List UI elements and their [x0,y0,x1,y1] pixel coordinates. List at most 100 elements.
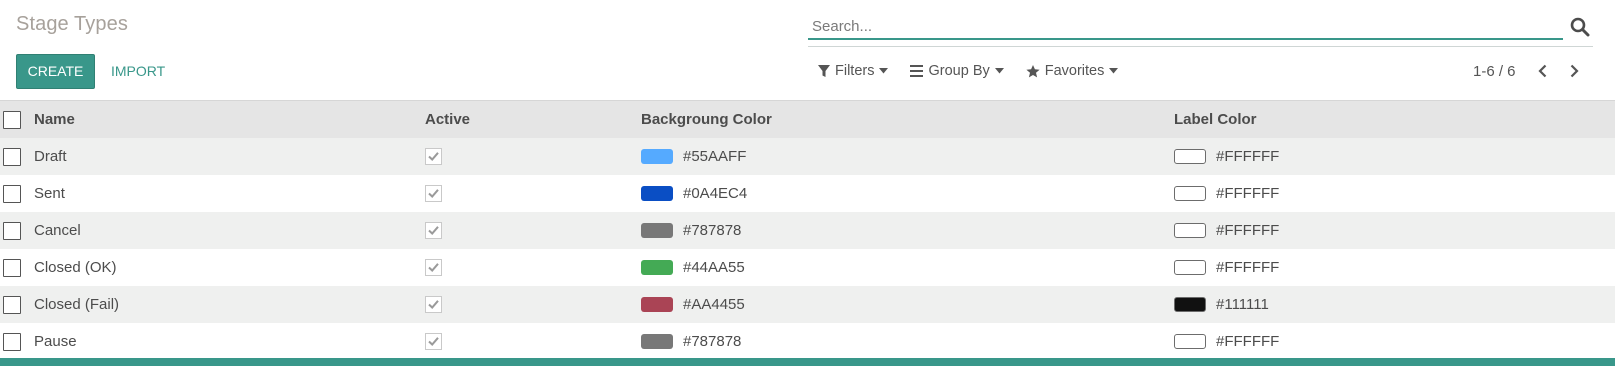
column-header-active[interactable]: Active [425,101,641,138]
favorites-dropdown[interactable]: Favorites [1026,63,1119,79]
color-field[interactable]: #AA4455 [641,296,1174,313]
table-row[interactable]: Closed (Fail) #AA4455 #111111 [0,286,1615,323]
row-active-cell [425,249,641,286]
color-value: #FFFFFF [1216,259,1280,276]
color-swatch [1174,334,1206,349]
row-select-checkbox[interactable] [3,295,21,314]
row-name[interactable]: Pause [34,323,425,360]
column-header-background-color[interactable]: Backgroung Color [641,101,1174,138]
row-select-checkbox[interactable] [3,184,21,203]
import-button[interactable]: IMPORT [111,54,165,89]
color-value: #111111 [1216,296,1269,313]
bottom-accent-bar [0,358,1615,366]
select-all-cell [0,101,34,138]
row-background-color-cell: #787878 [641,323,1174,360]
row-background-color-cell: #55AAFF [641,138,1174,175]
table-row[interactable]: Draft #55AAFF #FFFFFF [0,138,1615,175]
table-row[interactable]: Closed (OK) #44AA55 #FFFFFF [0,249,1615,286]
color-swatch [1174,186,1206,201]
check-icon [428,337,439,346]
select-all-checkbox[interactable] [3,110,21,129]
row-select-checkbox[interactable] [3,258,21,277]
row-background-color-cell: #787878 [641,212,1174,249]
caret-down-icon [1109,68,1119,74]
pager-value[interactable]: 1-6 / 6 [1473,63,1516,80]
row-name[interactable]: Cancel [34,212,425,249]
column-header-label-color[interactable]: Label Color [1174,101,1615,138]
row-select-checkbox[interactable] [3,147,21,166]
create-button[interactable]: CREATE [16,54,95,89]
color-field[interactable]: #FFFFFF [1174,333,1615,350]
color-swatch [1174,297,1206,312]
color-field[interactable]: #FFFFFF [1174,148,1615,165]
active-checkbox [425,148,442,165]
check-icon [428,226,439,235]
row-select-checkbox[interactable] [3,332,21,351]
check-icon [428,300,439,309]
row-select-cell [0,175,34,212]
row-select-cell [0,286,34,323]
color-swatch [1174,149,1206,164]
group-by-label: Group By [928,63,990,79]
color-value: #FFFFFF [1216,185,1280,202]
check-icon [428,189,439,198]
caret-down-icon [994,68,1004,74]
table-row[interactable]: Cancel #787878 #FFFFFF [0,212,1615,249]
page-title[interactable]: Stage Types [16,13,128,36]
row-label-color-cell: #FFFFFF [1174,323,1615,360]
chevron-right-icon[interactable] [1562,58,1588,84]
active-checkbox [425,185,442,202]
search-bar [808,14,1593,47]
row-active-cell [425,212,641,249]
filters-dropdown[interactable]: Filters [818,63,889,79]
color-swatch [641,260,673,275]
check-icon [428,152,439,161]
row-label-color-cell: #FFFFFF [1174,249,1615,286]
group-by-dropdown[interactable]: Group By [910,63,1004,79]
color-value: #FFFFFF [1216,222,1280,239]
row-active-cell [425,175,641,212]
color-field[interactable]: #FFFFFF [1174,185,1615,202]
row-name[interactable]: Closed (OK) [34,249,425,286]
row-select-cell [0,249,34,286]
stage-types-table: Name Active Backgroung Color Label Color… [0,101,1615,360]
color-field[interactable]: #55AAFF [641,148,1174,165]
chevron-left-icon[interactable] [1530,58,1556,84]
color-swatch [641,186,673,201]
table-header-row: Name Active Backgroung Color Label Color [0,101,1615,138]
color-value: #787878 [683,333,742,350]
color-swatch [641,297,673,312]
color-field[interactable]: #FFFFFF [1174,222,1615,239]
color-value: #AA4455 [683,296,745,313]
check-icon [428,263,439,272]
color-swatch [641,149,673,164]
table-body: Draft #55AAFF #FFFFFF Sent #0A4EC4 #FFFFFF Can… [0,138,1615,360]
color-value: #FFFFFF [1216,333,1280,350]
active-checkbox [425,222,442,239]
row-name[interactable]: Sent [34,175,425,212]
search-input[interactable] [808,14,1563,40]
color-swatch [641,223,673,238]
search-options: Filters Group By Favorites [818,58,1119,84]
row-active-cell [425,323,641,360]
row-label-color-cell: #FFFFFF [1174,138,1615,175]
table-row[interactable]: Pause #787878 #FFFFFF [0,323,1615,360]
search-icon[interactable] [1570,17,1590,37]
active-checkbox [425,333,442,350]
row-select-checkbox[interactable] [3,221,21,240]
pager: 1-6 / 6 [1473,58,1594,84]
color-field[interactable]: #0A4EC4 [641,185,1174,202]
color-field[interactable]: #787878 [641,333,1174,350]
color-field[interactable]: #787878 [641,222,1174,239]
table-row[interactable]: Sent #0A4EC4 #FFFFFF [0,175,1615,212]
row-name[interactable]: Closed (Fail) [34,286,425,323]
color-field[interactable]: #FFFFFF [1174,259,1615,276]
row-select-cell [0,323,34,360]
bars-icon [910,65,924,77]
color-field[interactable]: #44AA55 [641,259,1174,276]
row-name[interactable]: Draft [34,138,425,175]
color-swatch [1174,223,1206,238]
color-swatch [1174,260,1206,275]
color-field[interactable]: #111111 [1174,296,1615,313]
column-header-name[interactable]: Name [34,101,425,138]
